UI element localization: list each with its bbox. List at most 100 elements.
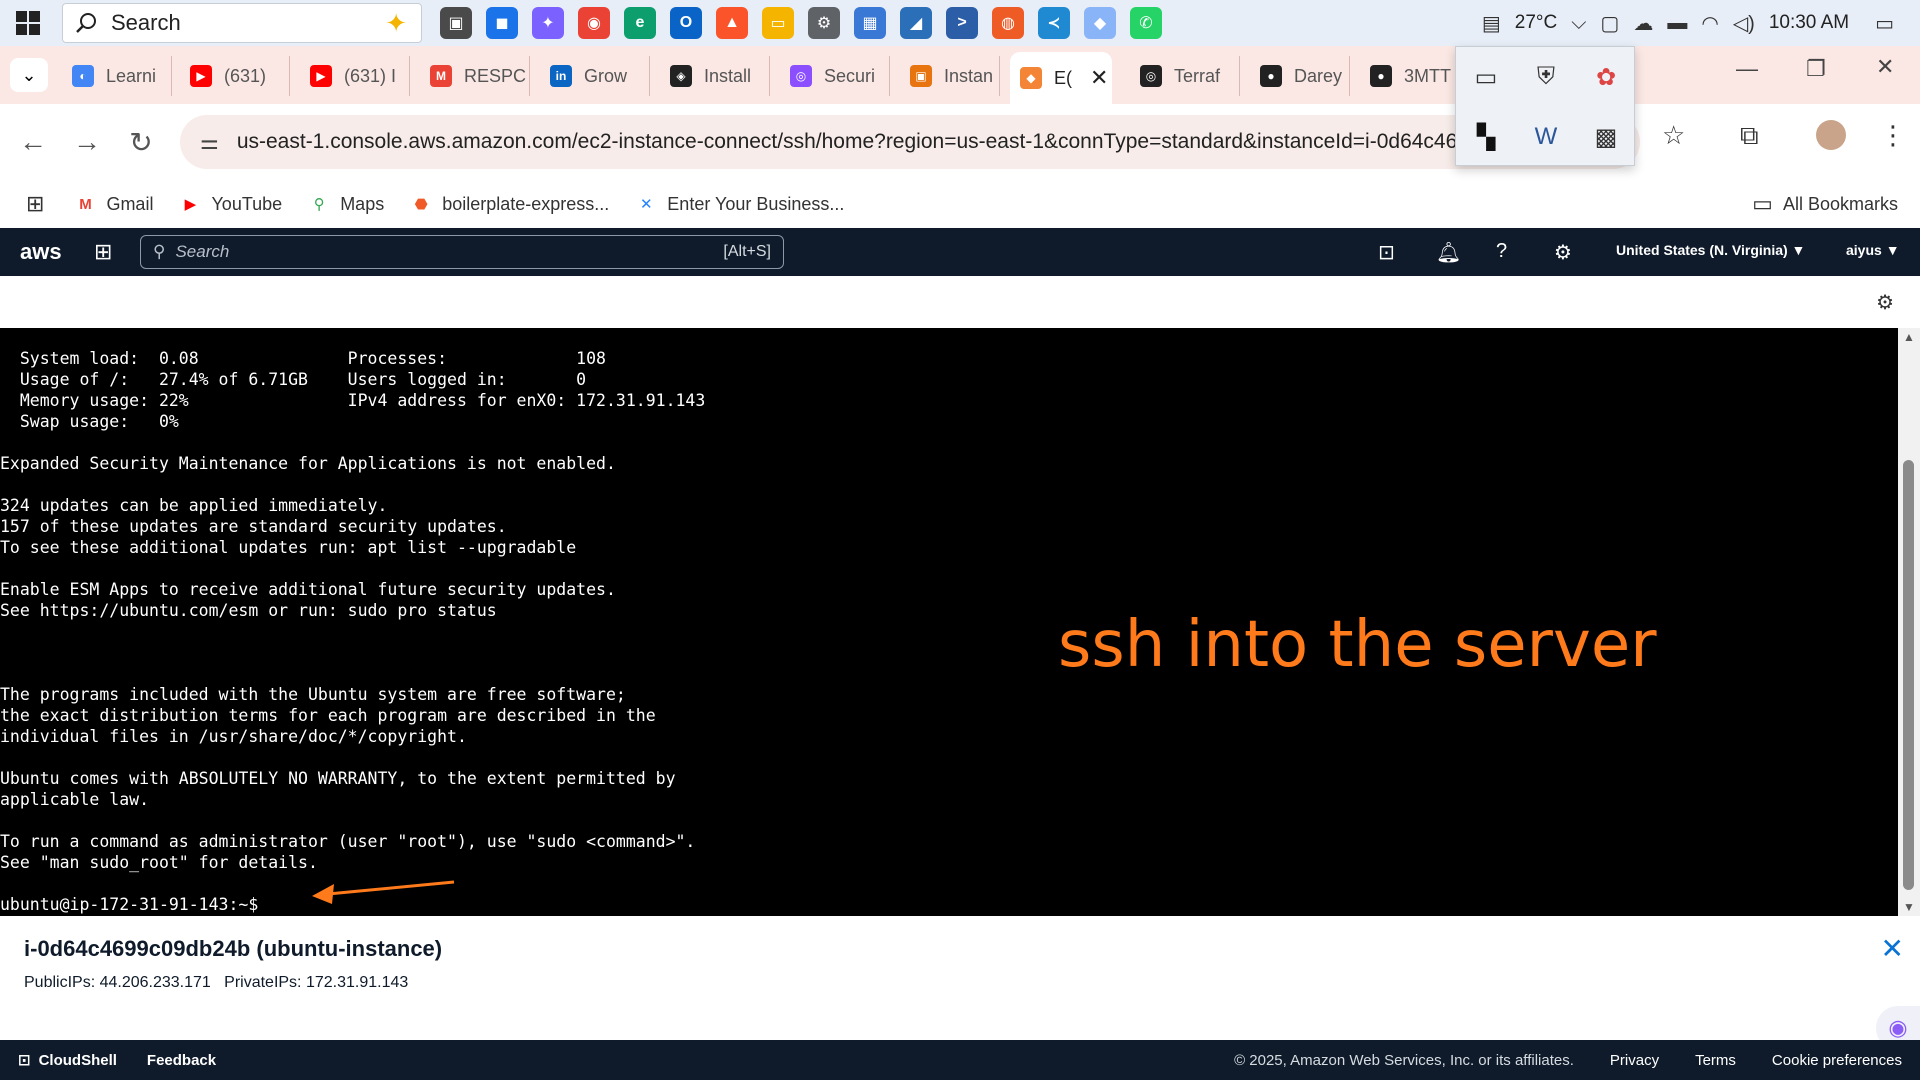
extensions-icon[interactable]: ⧉ bbox=[1740, 120, 1759, 152]
close-tab-icon[interactable]: ✕ bbox=[1090, 65, 1108, 91]
tab-12[interactable]: ● 3MTT bbox=[1360, 56, 1460, 96]
tab-10[interactable]: ◎ Terraf bbox=[1130, 56, 1240, 96]
taskbar-app-azure-data-studio-icon[interactable]: ◢ bbox=[900, 7, 932, 39]
close-panel-icon[interactable]: ✕ bbox=[1881, 932, 1904, 965]
clock[interactable]: 10:30 AM bbox=[1769, 12, 1849, 34]
bookmark-item[interactable]: ▶ YouTube bbox=[179, 193, 283, 215]
all-bookmarks[interactable]: ▭ All Bookmarks bbox=[1752, 191, 1898, 217]
tab-favicon-icon: ◎ bbox=[790, 65, 812, 87]
battery-icon[interactable]: ▬ bbox=[1667, 12, 1687, 35]
cloudshell-button[interactable]: ⊡ CloudShell bbox=[18, 1051, 117, 1070]
taskbar-app-task-view-icon[interactable]: ▣ bbox=[440, 7, 472, 39]
tab-1[interactable]: ◐ Learni bbox=[62, 56, 172, 96]
terminal-line: individual files in /usr/share/doc/*/cop… bbox=[0, 727, 467, 746]
cloudshell-label: CloudShell bbox=[38, 1051, 117, 1069]
taskbar-app-postman-icon[interactable]: ◍ bbox=[992, 7, 1024, 39]
widgets-icon[interactable]: ▤ bbox=[1482, 11, 1501, 36]
taskbar-app-brave-icon[interactable]: ▲ bbox=[716, 7, 748, 39]
tray-laptop-icon[interactable]: ▭ bbox=[1456, 47, 1516, 107]
back-button[interactable]: ← bbox=[6, 126, 60, 158]
taskbar-app-store-icon[interactable]: ◼ bbox=[486, 7, 518, 39]
taskbar-app-vscode-icon[interactable]: ≺ bbox=[1038, 7, 1070, 39]
settings-gear-icon[interactable]: ⚙ bbox=[1554, 240, 1572, 265]
annotation-arrow-icon bbox=[312, 880, 455, 904]
bookmark-item[interactable]: M Gmail bbox=[74, 193, 153, 215]
terminal-settings-icon[interactable]: ⚙ bbox=[1876, 290, 1894, 315]
volume-icon[interactable]: ◁) bbox=[1733, 11, 1755, 36]
help-icon[interactable]: ? bbox=[1496, 240, 1507, 263]
bookmark-item[interactable]: ⚲ Maps bbox=[308, 193, 385, 215]
tab-favicon-icon: ◎ bbox=[1140, 65, 1162, 87]
profile-avatar[interactable] bbox=[1816, 120, 1846, 150]
tab-6[interactable]: ◈ Install bbox=[660, 56, 770, 96]
scrollbar-thumb[interactable] bbox=[1903, 460, 1914, 890]
notifications-icon[interactable]: ▭ bbox=[1875, 11, 1894, 36]
tab-11[interactable]: ● Darey bbox=[1250, 56, 1350, 96]
services-grid-icon[interactable]: ⊞ bbox=[94, 239, 112, 265]
terminal-line: See https://ubuntu.com/esm or run: sudo … bbox=[0, 601, 497, 620]
tab-4[interactable]: M RESPC bbox=[420, 56, 530, 96]
bookmark-item[interactable]: ✕ Enter Your Business... bbox=[635, 193, 844, 215]
taskbar-app-edge-icon[interactable]: e bbox=[624, 7, 656, 39]
taskbar-app-outlook-icon[interactable]: O bbox=[670, 7, 702, 39]
scroll-down-icon[interactable]: ▼ bbox=[1903, 900, 1915, 914]
feedback-link[interactable]: Feedback bbox=[147, 1052, 216, 1069]
windows-start-button[interactable] bbox=[0, 0, 56, 46]
privacy-link[interactable]: Privacy bbox=[1610, 1052, 1659, 1069]
taskbar-app-gemini-icon[interactable]: ◆ bbox=[1084, 7, 1116, 39]
tab-5[interactable]: in Grow bbox=[540, 56, 650, 96]
terms-link[interactable]: Terms bbox=[1695, 1052, 1736, 1069]
reload-button[interactable]: ↻ bbox=[114, 126, 168, 159]
cookie-preferences-link[interactable]: Cookie preferences bbox=[1772, 1052, 1902, 1069]
account-menu[interactable]: aiyus ▼ bbox=[1846, 242, 1900, 258]
aws-search-input[interactable]: ⚲ Search [Alt+S] bbox=[140, 235, 784, 269]
tray-app-icon[interactable]: ▚ bbox=[1456, 107, 1516, 167]
bookmark-star-icon[interactable]: ☆ bbox=[1662, 120, 1685, 151]
site-settings-icon[interactable]: ⚌ bbox=[200, 130, 219, 155]
tab-title: 3MTT bbox=[1404, 65, 1451, 86]
taskbar-app-powershell-icon[interactable]: > bbox=[946, 7, 978, 39]
tray-shield-icon[interactable]: ⛨ bbox=[1516, 47, 1576, 107]
address-bar[interactable]: ⚌ us-east-1.console.aws.amazon.com/ec2-i… bbox=[180, 115, 1640, 169]
scroll-up-icon[interactable]: ▲ bbox=[1903, 330, 1915, 344]
wifi-icon[interactable]: ◠ bbox=[1701, 11, 1718, 36]
tray-word-icon[interactable]: W bbox=[1516, 107, 1576, 167]
taskbar-app-copilot-icon[interactable]: ✦ bbox=[532, 7, 564, 39]
taskbar-app-settings-icon[interactable]: ⚙ bbox=[808, 7, 840, 39]
minimize-button[interactable]: — bbox=[1736, 56, 1758, 82]
terminal-scrollbar[interactable]: ▲ ▼ bbox=[1898, 328, 1920, 916]
windows-search-box[interactable]: Search ✦ bbox=[62, 3, 422, 43]
region-selector[interactable]: United States (N. Virginia) ▼ bbox=[1616, 242, 1805, 258]
temperature[interactable]: 27°C bbox=[1515, 12, 1557, 34]
menu-icon[interactable]: ⋮ bbox=[1880, 120, 1906, 151]
taskbar-app-file-explorer-icon[interactable]: ▭ bbox=[762, 7, 794, 39]
tab-2[interactable]: ▶ (631) bbox=[180, 56, 290, 96]
cloud-icon[interactable]: ☁ bbox=[1633, 11, 1653, 36]
bell-icon[interactable]: 🔔︎ bbox=[1436, 240, 1461, 265]
tab-7[interactable]: ◎ Securi bbox=[780, 56, 890, 96]
taskbar-app-whatsapp-icon[interactable]: ✆ bbox=[1130, 7, 1162, 39]
forward-button[interactable]: → bbox=[60, 126, 114, 158]
apps-grid-icon[interactable]: ⊞ bbox=[26, 191, 44, 217]
tray-app-dark-icon[interactable]: ▩ bbox=[1576, 107, 1636, 167]
aws-logo[interactable]: aws bbox=[20, 239, 80, 265]
chevron-up-icon[interactable]: ⌵ bbox=[1571, 12, 1586, 35]
taskbar-app-control-panel-icon[interactable]: ▦ bbox=[854, 7, 886, 39]
ssh-terminal[interactable]: System load: 0.08 Processes: 108 Usage o… bbox=[0, 328, 1898, 916]
tab-3[interactable]: ▶ (631) I bbox=[300, 56, 410, 96]
tab-title: Securi bbox=[824, 65, 876, 86]
tab-9[interactable]: ◆ E(✕ bbox=[1010, 52, 1112, 104]
camera-icon[interactable]: ▢ bbox=[1600, 11, 1619, 36]
folder-icon: ▭ bbox=[1752, 191, 1773, 216]
tab-search-button[interactable]: ⌄ bbox=[10, 58, 48, 92]
cloudshell-icon[interactable]: ⊡ bbox=[1378, 240, 1395, 265]
restore-button[interactable]: ❐ bbox=[1806, 56, 1826, 82]
system-tray: ▤ 27°C ⌵ ▢ ☁ ▬ ◠ ◁) 10:30 AM ▭ bbox=[1482, 0, 1920, 46]
footer-links: © 2025, Amazon Web Services, Inc. or its… bbox=[1234, 1052, 1902, 1069]
tab-8[interactable]: ▣ Instan bbox=[900, 56, 1000, 96]
windows-search-label: Search bbox=[111, 10, 181, 35]
bookmark-item[interactable]: ⬣ boilerplate-express... bbox=[410, 193, 610, 215]
tray-bug-icon[interactable]: ✿ bbox=[1576, 47, 1636, 107]
close-window-button[interactable]: ✕ bbox=[1876, 54, 1894, 80]
taskbar-app-chrome-icon[interactable]: ◉ bbox=[578, 7, 610, 39]
